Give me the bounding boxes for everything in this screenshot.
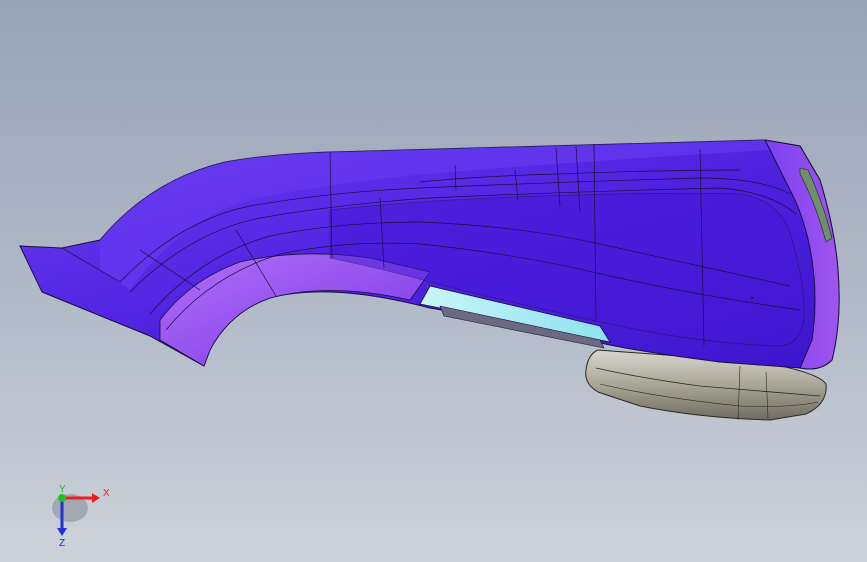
y-axis-dot [58,494,66,502]
body-panel [19,139,840,370]
3d-model-view[interactable] [0,0,867,562]
z-axis-head [57,528,67,536]
axis-triad[interactable]: X Y Z [40,478,120,548]
z-axis-label: Z [59,538,65,548]
y-axis-label: Y [59,484,66,495]
x-axis-head [92,493,100,503]
x-axis-label: X [103,488,110,499]
cad-viewport[interactable]: X Y Z [0,0,867,562]
